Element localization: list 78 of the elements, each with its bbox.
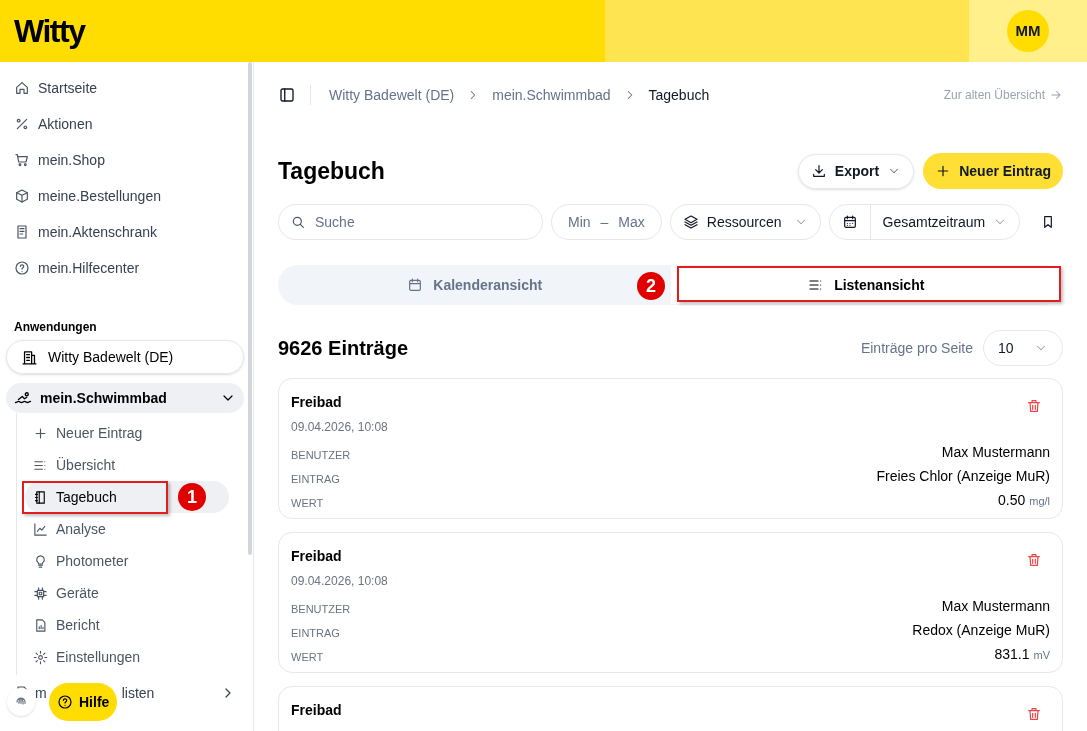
nav-item[interactable]: mein.Shop (6, 142, 244, 178)
search-field[interactable]: Suche (278, 204, 543, 240)
submenu-item[interactable]: Einstellungen (25, 641, 244, 673)
group-header[interactable]: mein.Schwimmbad (6, 383, 244, 413)
page-size-label: Einträge pro Seite (860, 338, 973, 358)
document-icon (14, 224, 30, 240)
nav-item[interactable]: mein.Hilfecenter (6, 250, 244, 286)
help-icon (57, 694, 73, 710)
trash-icon (1026, 706, 1042, 722)
delete-button[interactable] (1026, 398, 1042, 414)
sidebar-toggle[interactable] (278, 86, 296, 104)
entry-title: Freibad (291, 393, 343, 412)
submenu-item[interactable]: Photometer (25, 545, 244, 577)
nav-item[interactable]: Startseite (6, 70, 244, 106)
submenu-item[interactable]: Bericht (25, 609, 244, 641)
field-label: WERT (291, 649, 324, 665)
submenu-item[interactable]: Neuer Eintrag (25, 417, 244, 449)
delete-button[interactable] (1026, 552, 1042, 568)
nav-item[interactable]: mein.Aktenschrank (6, 214, 244, 250)
section-title: Anwendungen (13, 319, 98, 336)
panel-icon (278, 86, 296, 104)
field-value: 0.50 (997, 491, 1026, 510)
breadcrumb-item[interactable]: Witty Badewelt (DE) (329, 84, 455, 106)
trash-icon (1026, 552, 1042, 568)
field-value: 831.1 (994, 645, 1030, 664)
logo[interactable]: Witty (14, 7, 85, 55)
submenu-item[interactable]: Übersicht (25, 449, 244, 481)
field-label: BENUTZER (291, 447, 351, 463)
entry-card[interactable]: Freibad 09.04.2026, 10:08 BENUTZER Max Mustermann EINTRAG Freies Chlor (Anzeige MuR) WERT 0.50 mg/l (278, 378, 1063, 519)
home-icon (14, 80, 30, 96)
field-label: EINTRAG (291, 471, 340, 487)
nav-item[interactable]: meine.Bestellungen (6, 178, 244, 214)
help-button[interactable]: Hilfe (49, 683, 118, 721)
field-label: EINTRAG (291, 625, 340, 641)
entry-card[interactable]: Freibad 09.04.2026, 10:08 BENUTZER Max Mustermann EINTRAG Redox (Anzeige MuR) WERT 831.1 mV (278, 532, 1063, 673)
calendar-icon (841, 214, 858, 230)
field-value: Freies Chlor (Anzeige MuR) (876, 467, 1050, 486)
building-icon (21, 348, 38, 366)
page-title: Tagebuch (278, 156, 385, 186)
submenu-item[interactable]: Analyse (25, 513, 244, 545)
entry-card[interactable]: Freibad (278, 686, 1063, 731)
nav-item-text[interactable]: listen (121, 682, 155, 704)
entry-date: 09.04.2026, 10:08 (291, 573, 389, 590)
entry-title: Freibad (291, 547, 343, 566)
field-value: Max Mustermann (941, 597, 1050, 616)
entry-count: 9626 Einträge (278, 336, 409, 361)
line-chart-icon (33, 521, 48, 537)
package-icon (14, 188, 30, 204)
breadcrumb-item[interactable]: Tagebuch (648, 84, 710, 106)
nav-item[interactable]: Aktionen (6, 106, 244, 142)
trash-icon (1026, 398, 1042, 414)
delete-button[interactable] (1026, 706, 1042, 722)
arrow-right-icon (1049, 88, 1063, 102)
calendar-icon (407, 277, 424, 293)
submenu-item[interactable]: Geräte (25, 577, 244, 609)
chip-icon (33, 585, 48, 601)
user-avatar[interactable]: MM (1007, 10, 1049, 52)
entry-title: Freibad (291, 701, 343, 720)
percent-icon (14, 116, 30, 132)
nav-item-text[interactable]: m (35, 682, 47, 704)
field-label: BENUTZER (291, 601, 351, 617)
search-icon (290, 214, 306, 230)
notebook-icon (33, 489, 48, 505)
lightbulb-icon (33, 553, 48, 569)
unit-label: mV (1033, 648, 1050, 663)
download-icon (810, 163, 827, 179)
cart-icon (14, 152, 30, 168)
help-icon (14, 260, 30, 276)
field-value: Max Mustermann (941, 443, 1050, 462)
plus-icon (33, 425, 48, 441)
layers-icon (682, 214, 699, 230)
field-label: WERT (291, 495, 324, 511)
entry-date: 09.04.2026, 10:08 (291, 419, 389, 436)
settings-icon (33, 649, 48, 665)
field-value: Redox (Anzeige MuR) (912, 621, 1050, 640)
new-entry-button[interactable]: Neuer Eintrag (923, 153, 1063, 189)
breadcrumb-item[interactable]: mein.Schwimmbad (492, 84, 611, 106)
unit-label: mg/l (1029, 494, 1050, 509)
